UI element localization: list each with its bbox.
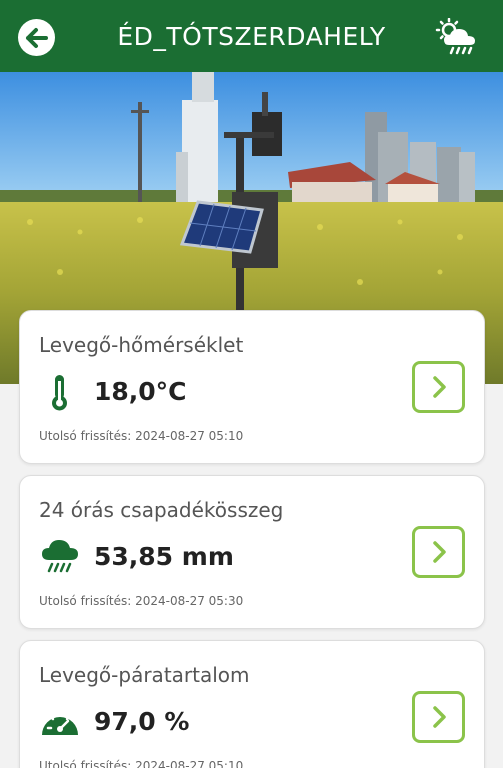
chevron-right-icon	[432, 541, 446, 563]
rain-cloud-icon	[42, 540, 78, 573]
humidity-card[interactable]: Levegő-páratartalom 97,0 % Utolsó frissí…	[19, 640, 485, 768]
card-title: 24 órás csapadékösszeg	[39, 498, 284, 522]
precipitation-card[interactable]: 24 órás csapadékösszeg 53,85 mm Utolsó f…	[19, 475, 485, 629]
card-value: 18,0°C	[94, 377, 187, 406]
last-updated-text: Utolsó frissítés: 2024-08-27 05:30	[39, 594, 244, 608]
details-button[interactable]	[412, 691, 465, 743]
weather-button[interactable]	[435, 17, 479, 56]
last-updated-text: Utolsó frissítés: 2024-08-27 05:10	[39, 759, 244, 768]
card-value: 53,85 mm	[94, 542, 234, 571]
temperature-card[interactable]: Levegő-hőmérséklet 18,0°C Utolsó frissít…	[19, 310, 485, 464]
card-title: Levegő-hőmérséklet	[39, 333, 244, 357]
details-button[interactable]	[412, 526, 465, 578]
arrow-left-icon	[25, 27, 48, 48]
card-title: Levegő-páratartalom	[39, 663, 250, 687]
last-updated-text: Utolsó frissítés: 2024-08-27 05:10	[39, 429, 244, 443]
station-title: ÉD_TÓTSZERDAHELY	[117, 21, 386, 51]
sun-cloud-rain-icon	[435, 17, 475, 55]
app-header: ÉD_TÓTSZERDAHELY	[0, 0, 503, 72]
details-button[interactable]	[412, 361, 465, 413]
thermometer-icon	[52, 375, 67, 411]
gauge-icon	[42, 710, 78, 735]
card-value: 97,0 %	[94, 707, 190, 736]
chevron-right-icon	[432, 376, 446, 398]
back-button[interactable]	[18, 19, 55, 56]
chevron-right-icon	[432, 706, 446, 728]
